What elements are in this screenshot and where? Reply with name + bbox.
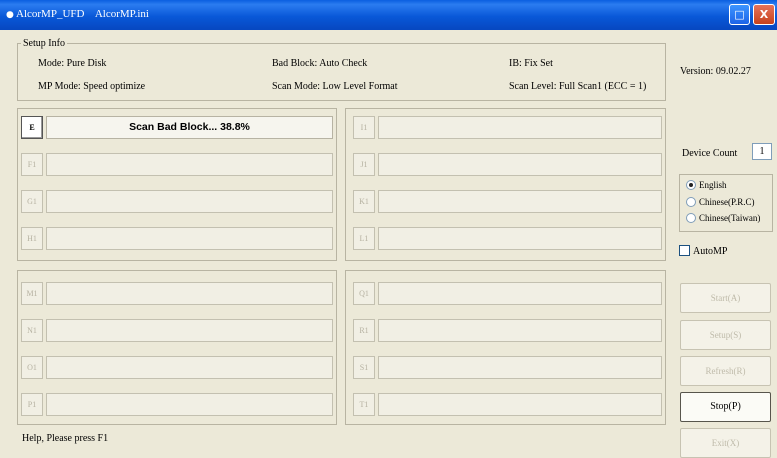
setup-bad-block: Bad Block: Auto Check [272, 58, 368, 69]
channel-button-c[interactable]: G1 [21, 190, 43, 213]
status-bar-text: Help, Please press F1 [22, 433, 109, 444]
channel-status-d [46, 227, 333, 250]
channel-button-n[interactable]: R1 [353, 319, 375, 342]
channel-status-i [46, 282, 333, 305]
channel-status-j [46, 319, 333, 342]
channel-button-m[interactable]: Q1 [353, 282, 375, 305]
radio-icon [686, 212, 696, 223]
version-label: Version: 09.02.27 [680, 66, 751, 77]
setup-scan-level: Scan Level: Full Scan1 (ECC = 1) [509, 81, 647, 92]
channel-button-j[interactable]: N1 [21, 319, 43, 342]
maximize-icon[interactable]: □ [729, 4, 750, 25]
channel-button-g[interactable]: K1 [353, 190, 375, 213]
setup-scan-mode: Scan Mode: Low Level Format [272, 81, 398, 92]
setup-ib: IB: Fix Set [509, 58, 553, 69]
channel-status-p [378, 393, 662, 416]
auto-mp-checkbox[interactable]: AutoMP [679, 245, 727, 257]
channel-status-a: Scan Bad Block... 38.8% [46, 116, 333, 139]
channel-button-k[interactable]: O1 [21, 356, 43, 379]
channel-status-o [378, 356, 662, 379]
setup-info-group [17, 43, 666, 101]
setup-mode: Mode: Pure Disk [38, 58, 107, 69]
setup-button[interactable]: Setup(S) [680, 320, 771, 350]
title-bar[interactable]: ● AlcorMP_UFD AlcorMP.ini □ X [0, 0, 777, 30]
radio-icon [686, 179, 696, 190]
channel-status-l [46, 393, 333, 416]
language-option-chinese-prc[interactable]: Chinese(P.R.C) [686, 196, 755, 208]
refresh-button[interactable]: Refresh(R) [680, 356, 771, 386]
channel-button-i[interactable]: M1 [21, 282, 43, 305]
radio-icon [686, 196, 696, 207]
device-count-input[interactable]: 1 [752, 143, 772, 160]
channel-status-b [46, 153, 333, 176]
channel-status-c [46, 190, 333, 213]
channel-status-text-a: Scan Bad Block... 38.8% [129, 121, 250, 133]
channel-status-e [378, 116, 662, 139]
channel-button-b[interactable]: F1 [21, 153, 43, 176]
language-option-chinese-taiwan[interactable]: Chinese(Taiwan) [686, 212, 760, 224]
exit-button[interactable]: Exit(X) [680, 428, 771, 458]
channel-button-p[interactable]: T1 [353, 393, 375, 416]
channel-button-h[interactable]: L1 [353, 227, 375, 250]
device-count-label: Device Count [682, 148, 738, 159]
language-option-english[interactable]: English [686, 179, 727, 191]
channel-status-n [378, 319, 662, 342]
channel-button-d[interactable]: H1 [21, 227, 43, 250]
window-title: AlcorMP_UFD AlcorMP.ini [16, 8, 149, 20]
channel-button-o[interactable]: S1 [353, 356, 375, 379]
channel-button-a[interactable]: E [21, 116, 43, 139]
channel-button-f[interactable]: J1 [353, 153, 375, 176]
checkbox-icon [679, 245, 690, 257]
channel-status-g [378, 190, 662, 213]
close-icon[interactable]: X [753, 4, 775, 25]
start-button[interactable]: Start(A) [680, 283, 771, 313]
channel-button-e[interactable]: I1 [353, 116, 375, 139]
channel-status-m [378, 282, 662, 305]
channel-status-h [378, 227, 662, 250]
channel-button-l[interactable]: P1 [21, 393, 43, 416]
stop-button[interactable]: Stop(P) [680, 392, 771, 422]
channel-status-k [46, 356, 333, 379]
app-icon: ● [6, 10, 14, 20]
setup-mp-mode: MP Mode: Speed optimize [38, 81, 146, 92]
channel-status-f [378, 153, 662, 176]
setup-info-legend: Setup Info [21, 38, 67, 49]
